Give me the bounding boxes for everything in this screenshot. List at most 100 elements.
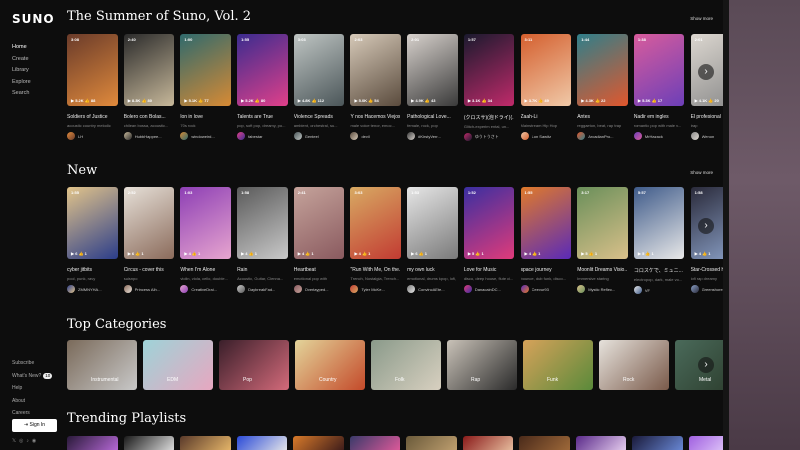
nav-home[interactable]: Home: [12, 42, 31, 54]
song-author[interactable]: MrHazack: [633, 132, 685, 140]
song-title[interactable]: Antes: [577, 114, 627, 120]
song-card[interactable]: 1:38 ▶ 5.3K 👍 17 Nadir em ingles romantic p…: [633, 34, 685, 141]
song-title[interactable]: Talents are True: [237, 114, 287, 120]
song-title[interactable]: (クロスサ)(泡ドライ)(...: [464, 114, 514, 121]
song-cover[interactable]: 2:52 ▶ 6 👍 1: [123, 187, 175, 259]
song-cover[interactable]: 3:03 ▶ 4 👍 1: [350, 187, 401, 259]
thumbs-up-icon[interactable]: 👍: [77, 251, 84, 256]
nav-subscribe[interactable]: Subscribe: [12, 357, 52, 370]
song-title[interactable]: Love for Music: [464, 267, 514, 273]
song-title[interactable]: Zaah-Li: [521, 114, 571, 120]
song-card[interactable]: 1:55 ▶ 6 👍 1 cyber jitbits pool, punk, ravy…: [67, 187, 118, 294]
song-cover[interactable]: 3:11 ▶ 3.7K 👍 49: [520, 34, 571, 106]
song-author[interactable]: HubbHappee...: [123, 132, 175, 140]
sign-in-button[interactable]: ⇥ Sign In: [12, 419, 57, 432]
song-author[interactable]: ZMMNYHA...: [67, 285, 118, 293]
song-title[interactable]: Violence Spreads: [294, 114, 344, 120]
song-author[interactable]: ConvincAEte...: [407, 285, 458, 293]
playlist-card[interactable]: [123, 436, 174, 450]
playlist-card[interactable]: [462, 436, 513, 450]
nav-search[interactable]: Search: [12, 88, 31, 100]
show-more-summer[interactable]: Show more: [690, 16, 713, 21]
category-card[interactable]: Funk: [523, 340, 593, 390]
song-title[interactable]: Nadir em ingles: [634, 114, 684, 120]
category-card[interactable]: Instrumental: [67, 340, 137, 390]
song-title[interactable]: my own luck: [407, 267, 457, 273]
category-card[interactable]: Pop: [219, 340, 289, 390]
song-card[interactable]: 1:58 ▶ 4 👍 1 Rain Acoustic, Guitar, Clenna.…: [237, 187, 288, 294]
song-card[interactable]: 2:40 ▶ 8.3K 👍 80 Bolero con Bolas... chilea…: [123, 34, 175, 141]
song-author[interactable]: Genteel: [293, 132, 345, 140]
nav-help[interactable]: Help: [12, 382, 52, 395]
song-cover[interactable]: 2:40 ▶ 8.3K 👍 80: [123, 34, 175, 106]
chevron-right-icon[interactable]: ›: [698, 218, 714, 234]
song-card[interactable]: 2:41 ▶ 4 👍 1 Heartbeat emotional pop with Ov…: [293, 187, 345, 294]
song-title[interactable]: Soldiers of Justice: [67, 114, 117, 120]
song-title[interactable]: cyber jitbits: [67, 267, 117, 273]
song-title[interactable]: Bolero con Bolas...: [124, 114, 174, 120]
song-cover[interactable]: 3:08 ▶ 5.2K 👍 88: [67, 34, 118, 106]
thumbs-up-icon[interactable]: 👍: [644, 251, 651, 256]
song-cover[interactable]: 1:03 ▶ 4 👍 1: [180, 187, 231, 259]
category-card[interactable]: EDM: [143, 340, 213, 390]
song-cover[interactable]: 1:58 ▶ 4 👍 1: [237, 187, 288, 259]
song-title[interactable]: lon in love: [180, 114, 230, 120]
song-card[interactable]: 5:57 ▶ 5 👍 1 コロスケで、ミュニ... electropop, dark,…: [633, 187, 685, 294]
discord-icon[interactable]: ◉: [32, 438, 36, 444]
playlist-card[interactable]: [406, 436, 457, 450]
song-card[interactable]: 3:11 ▶ 3.7K 👍 49 Zaah-Li Mainstream Hip Hop…: [520, 34, 572, 141]
song-author[interactable]: DanacainDC...: [463, 285, 515, 293]
song-author[interactable]: Lon Sawitz: [520, 132, 572, 140]
nav-careers[interactable]: Careers: [12, 407, 52, 420]
song-cover[interactable]: 1:55 ▶ 6 👍 1: [67, 187, 118, 259]
show-more-new[interactable]: Show more: [690, 170, 713, 175]
thumbs-up-icon[interactable]: 👍: [588, 251, 595, 256]
song-title[interactable]: Moonlit Dreams Visio...: [577, 267, 627, 273]
song-card[interactable]: 1:44 ▶ 4.3K 👍 22 Antes reggaeton, beat, rap…: [577, 34, 628, 141]
song-card[interactable]: 1:00 ▶ 5.1K 👍 77 lon in love 70s rock window…: [180, 34, 231, 141]
song-author[interactable]: Mystic Reflec...: [577, 285, 628, 293]
playlist-card[interactable]: [575, 436, 626, 450]
song-cover[interactable]: 1:44 ▶ 4.3K 👍 22: [577, 34, 628, 106]
thumbs-up-icon[interactable]: 👍: [247, 251, 254, 256]
song-card[interactable]: 1:55 ▶ 5.2K 👍 80 Talents are True pop, soft…: [237, 34, 288, 141]
thumbs-up-icon[interactable]: 👍: [424, 98, 431, 103]
song-cover[interactable]: 2:03 ▶ 5.0K 👍 54: [350, 34, 401, 106]
chevron-right-icon[interactable]: ›: [698, 64, 714, 80]
thumbs-up-icon[interactable]: 👍: [361, 251, 368, 256]
song-cover[interactable]: 3:03 ▶ 4.8K 👍 112: [293, 34, 345, 106]
song-cover[interactable]: 1:55 ▶ 5.2K 👍 80: [237, 34, 288, 106]
nav-about[interactable]: About: [12, 395, 52, 408]
song-author[interactable]: devil: [350, 132, 401, 140]
thumbs-up-icon[interactable]: 👍: [84, 98, 91, 103]
song-card[interactable]: 1:53 ▶ 6 👍 1 my own luck emotional, drums k…: [407, 187, 458, 294]
song-card[interactable]: 3:03 ▶ 4 👍 1 "Run With Me, On the... Trench…: [350, 187, 401, 294]
suno-logo[interactable]: SUNO: [12, 12, 55, 26]
song-title[interactable]: Pathological Love...: [407, 114, 457, 120]
song-author[interactable]: #KirstyVerr...: [407, 132, 458, 140]
song-title[interactable]: "Run With Me, On the...: [350, 267, 400, 273]
song-cover[interactable]: 1:55 ▶ 4 👍 1: [520, 187, 571, 259]
song-card[interactable]: 1:03 ▶ 4 👍 1 When I'm Alone violin, viola, …: [180, 187, 231, 294]
song-author[interactable]: VF: [633, 286, 685, 294]
playlist-card[interactable]: [67, 436, 118, 450]
song-author[interactable]: Princess Alh...: [123, 285, 175, 293]
nav-create[interactable]: Create: [12, 54, 31, 66]
playlist-card[interactable]: [349, 436, 400, 450]
song-card[interactable]: 3:17 ▶ 5 👍 1 Moonlit Dreams Visio... Immers…: [577, 187, 628, 294]
playlist-card[interactable]: [519, 436, 570, 450]
song-card[interactable]: 1:52 ▶ 5 👍 1 Love for Music disco, deep hou…: [463, 187, 515, 294]
song-author[interactable]: windoweird...: [180, 132, 231, 140]
thumbs-up-icon[interactable]: 👍: [418, 251, 425, 256]
thumbs-up-icon[interactable]: 👍: [651, 98, 658, 103]
song-author[interactable]: DaybreakFad...: [237, 285, 288, 293]
song-title[interactable]: When I'm Alone: [180, 267, 230, 273]
playlist-card[interactable]: [293, 436, 344, 450]
playlist-card[interactable]: [632, 436, 683, 450]
song-card[interactable]: 2:01 ▶ 4.9K 👍 43 Pathological Love... femal…: [407, 34, 458, 141]
song-cover[interactable]: 1:53 ▶ 6 👍 1: [407, 187, 458, 259]
instagram-icon[interactable]: ◎: [19, 438, 23, 444]
playlist-card[interactable]: [180, 436, 231, 450]
thumbs-up-icon[interactable]: 👍: [140, 98, 147, 103]
song-author[interactable]: Tyler McKe...: [350, 285, 401, 293]
